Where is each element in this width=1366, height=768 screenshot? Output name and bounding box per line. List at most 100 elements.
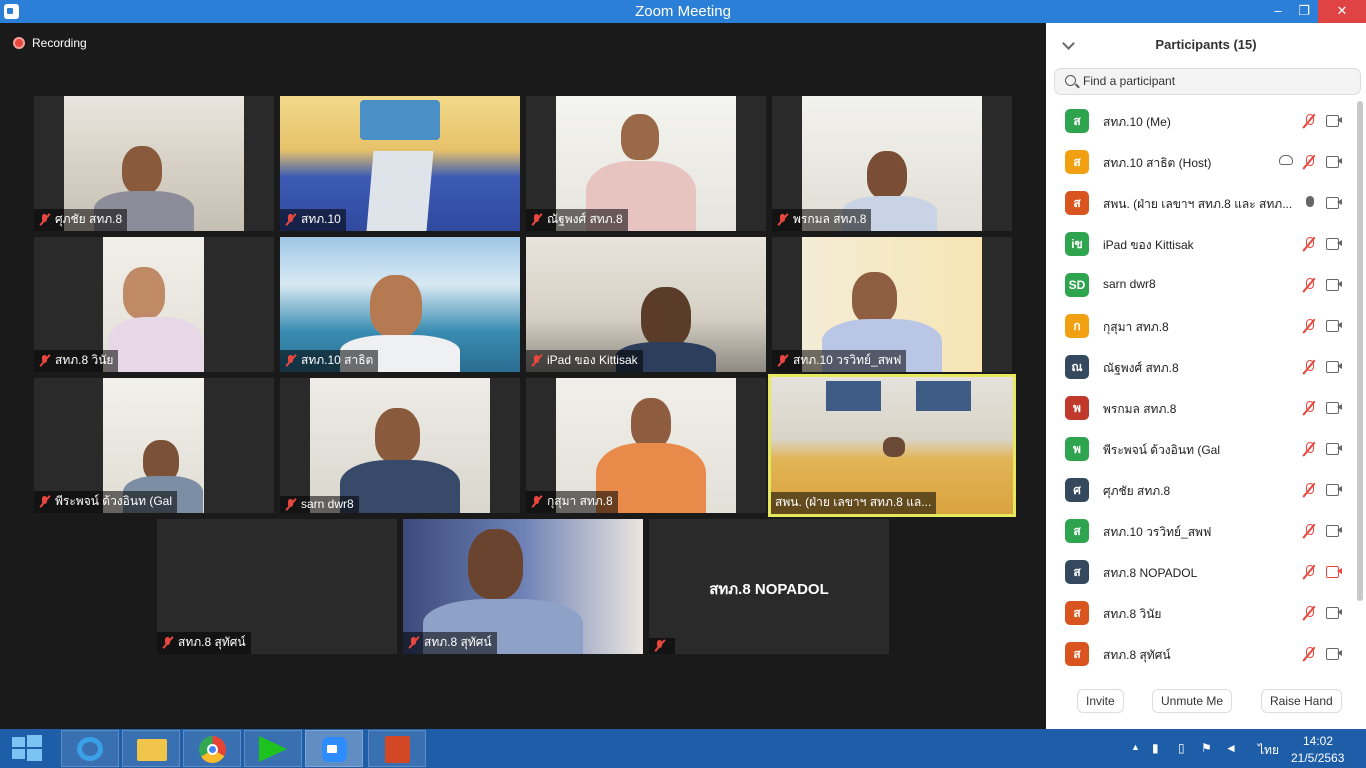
video-tile[interactable]: สทภ.8 สุทัศน์ bbox=[157, 519, 397, 654]
camera-icon[interactable] bbox=[1326, 402, 1342, 414]
tile-name-label: พีระพจน์ ด้วงอินท (Gal bbox=[34, 491, 177, 513]
tile-name-label: กุสุมา สทภ.8 bbox=[526, 491, 618, 513]
video-tile[interactable]: พีระพจน์ ด้วงอินท (Gal bbox=[34, 378, 274, 513]
participant-row[interactable]: ส สทภ.8 NOPADOL bbox=[1046, 552, 1356, 593]
participant-name: สทภ.10 (Me) bbox=[1103, 115, 1171, 129]
video-tile[interactable]: กุสุมา สทภ.8 bbox=[526, 378, 766, 513]
participant-row[interactable]: ส สทภ.8 สุทัศน์ bbox=[1046, 634, 1356, 671]
mic-muted-icon[interactable] bbox=[1302, 277, 1316, 293]
video-tile[interactable]: สทภ.10 สาธิต bbox=[280, 237, 520, 372]
video-tile[interactable]: สทภ.8 สุทัศน์ bbox=[403, 519, 643, 654]
zoom-taskbar-icon[interactable] bbox=[305, 730, 363, 767]
close-button[interactable]: ✕ bbox=[1318, 0, 1366, 23]
scrollbar[interactable] bbox=[1357, 101, 1363, 601]
mic-muted-icon[interactable] bbox=[1302, 605, 1316, 621]
mic-muted-icon[interactable] bbox=[1302, 400, 1316, 416]
participant-row[interactable]: iข iPad ของ Kittisak bbox=[1046, 224, 1356, 265]
camera-icon[interactable] bbox=[1326, 156, 1342, 168]
mic-muted-icon[interactable] bbox=[1302, 482, 1316, 498]
invite-button[interactable]: Invite bbox=[1077, 689, 1124, 713]
participant-name: พรกมล สทภ.8 bbox=[1103, 402, 1177, 416]
mic-muted-icon[interactable] bbox=[1302, 154, 1316, 170]
mic-muted-icon[interactable] bbox=[1302, 359, 1316, 375]
participant-row[interactable]: ณ ณัฐพงศ์ สทภ.8 bbox=[1046, 347, 1356, 388]
camera-icon[interactable] bbox=[1326, 320, 1342, 332]
clock-date[interactable]: 21/5/2563 bbox=[1291, 751, 1344, 765]
media-player-icon[interactable] bbox=[244, 730, 302, 767]
mic-muted-icon bbox=[530, 354, 543, 367]
windows-start-icon[interactable] bbox=[10, 733, 44, 763]
participant-row[interactable]: ส สทภ.10 วรวิทย์_สพฟ bbox=[1046, 511, 1356, 552]
battery-icon[interactable]: ▯ bbox=[1178, 741, 1185, 755]
mic-muted-icon[interactable] bbox=[1302, 646, 1316, 662]
camera-icon[interactable] bbox=[1326, 115, 1342, 127]
chrome-icon[interactable] bbox=[183, 730, 241, 767]
participant-name: สพน. (ฝ่าย เลขาฯ สทภ.8 และ สทภ... bbox=[1103, 197, 1293, 211]
participant-row[interactable]: ส สพน. (ฝ่าย เลขาฯ สทภ.8 และ สทภ... bbox=[1046, 183, 1356, 224]
participant-row[interactable]: ส สทภ.10 (Me) bbox=[1046, 101, 1356, 142]
camera-icon[interactable] bbox=[1326, 443, 1342, 455]
search-input[interactable]: Find a participant bbox=[1054, 68, 1361, 95]
camera-icon[interactable] bbox=[1326, 525, 1342, 537]
volume-icon[interactable]: ◄ bbox=[1225, 741, 1237, 755]
video-tile[interactable]: iPad ของ Kittisak bbox=[526, 237, 766, 372]
raise-hand-button[interactable]: Raise Hand bbox=[1261, 689, 1342, 713]
participant-row[interactable]: ก กุสุมา สทภ.8 bbox=[1046, 306, 1356, 347]
video-tile[interactable]: สทภ.10 วรวิทย์_สพฟ bbox=[772, 237, 1012, 372]
network-icon[interactable]: ▮ bbox=[1152, 741, 1159, 755]
participant-row[interactable]: พ พรกมล สทภ.8 bbox=[1046, 388, 1356, 429]
tile-name-label: พรกมล สทภ.8 bbox=[772, 209, 872, 231]
mic-icon[interactable] bbox=[1302, 195, 1316, 211]
video-tile[interactable]: sarn dwr8 bbox=[280, 378, 520, 513]
tile-name-label: สทภ.8 สุทัศน์ bbox=[403, 632, 497, 654]
powerpoint-icon[interactable] bbox=[368, 730, 426, 767]
camera-off-icon[interactable] bbox=[1326, 566, 1342, 578]
unmute-me-button[interactable]: Unmute Me bbox=[1152, 689, 1233, 713]
video-tile[interactable]: ณัฐพงศ์ สทภ.8 bbox=[526, 96, 766, 231]
mic-muted-icon[interactable] bbox=[1302, 441, 1316, 457]
camera-icon[interactable] bbox=[1326, 484, 1342, 496]
mic-muted-icon bbox=[38, 354, 51, 367]
video-tile-active-speaker[interactable]: สพน. (ฝ่าย เลขาฯ สทภ.8 แล... bbox=[768, 374, 1016, 517]
camera-icon[interactable] bbox=[1326, 361, 1342, 373]
mic-muted-icon[interactable] bbox=[1302, 113, 1316, 129]
participant-display-name: สทภ.8 NOPADOL bbox=[709, 581, 829, 598]
language-indicator[interactable]: ไทย bbox=[1258, 741, 1279, 760]
video-tile[interactable]: สทภ.8 วินัย bbox=[34, 237, 274, 372]
participant-row[interactable]: SD sarn dwr8 bbox=[1046, 265, 1356, 306]
mic-muted-icon bbox=[530, 213, 543, 226]
mic-muted-icon[interactable] bbox=[1302, 523, 1316, 539]
participant-row[interactable]: ศ ศุภชัย สทภ.8 bbox=[1046, 470, 1356, 511]
flag-icon[interactable]: ⚑ bbox=[1201, 741, 1212, 755]
video-tile[interactable]: สทภ.10 bbox=[280, 96, 520, 231]
camera-icon[interactable] bbox=[1326, 279, 1342, 291]
file-explorer-icon[interactable] bbox=[122, 730, 180, 767]
tile-name-label: ศุภชัย สทภ.8 bbox=[34, 209, 128, 231]
participant-row[interactable]: พ พีระพจน์ ด้วงอินท (Gal bbox=[1046, 429, 1356, 470]
participant-row[interactable]: ส สทภ.8 วินัย bbox=[1046, 593, 1356, 634]
avatar: iข bbox=[1065, 232, 1089, 256]
maximize-button[interactable]: ❐ bbox=[1290, 0, 1318, 23]
video-tile[interactable]: ศุภชัย สทภ.8 bbox=[34, 96, 274, 231]
recording-indicator[interactable]: Recording bbox=[13, 36, 87, 50]
participant-name: sarn dwr8 bbox=[1103, 277, 1156, 291]
camera-icon[interactable] bbox=[1326, 648, 1342, 660]
participant-row[interactable]: ส สทภ.10 สาธิต (Host) bbox=[1046, 142, 1356, 183]
mic-muted-icon[interactable] bbox=[1302, 318, 1316, 334]
mic-muted-icon[interactable] bbox=[1302, 564, 1316, 580]
avatar: ส bbox=[1065, 109, 1089, 133]
camera-icon[interactable] bbox=[1326, 197, 1342, 209]
internet-explorer-icon[interactable] bbox=[61, 730, 119, 767]
tile-name-label: สพน. (ฝ่าย เลขาฯ สทภ.8 แล... bbox=[771, 492, 937, 514]
mic-muted-icon[interactable] bbox=[1302, 236, 1316, 252]
video-tile[interactable]: พรกมล สทภ.8 bbox=[772, 96, 1012, 231]
avatar: ส bbox=[1065, 191, 1089, 215]
camera-icon[interactable] bbox=[1326, 238, 1342, 250]
tile-name-label: สทภ.8 สุทัศน์ bbox=[157, 632, 251, 654]
camera-icon[interactable] bbox=[1326, 607, 1342, 619]
tray-expand-icon[interactable]: ▲ bbox=[1131, 742, 1140, 752]
video-gallery: Recording ศุภชัย สทภ.8 สทภ.10 ณัฐพงศ์ สท… bbox=[0, 23, 1046, 729]
video-tile-no-video[interactable]: สทภ.8 NOPADOL bbox=[649, 519, 889, 654]
minimize-button[interactable]: – bbox=[1264, 0, 1292, 23]
clock-time[interactable]: 14:02 bbox=[1303, 734, 1333, 748]
